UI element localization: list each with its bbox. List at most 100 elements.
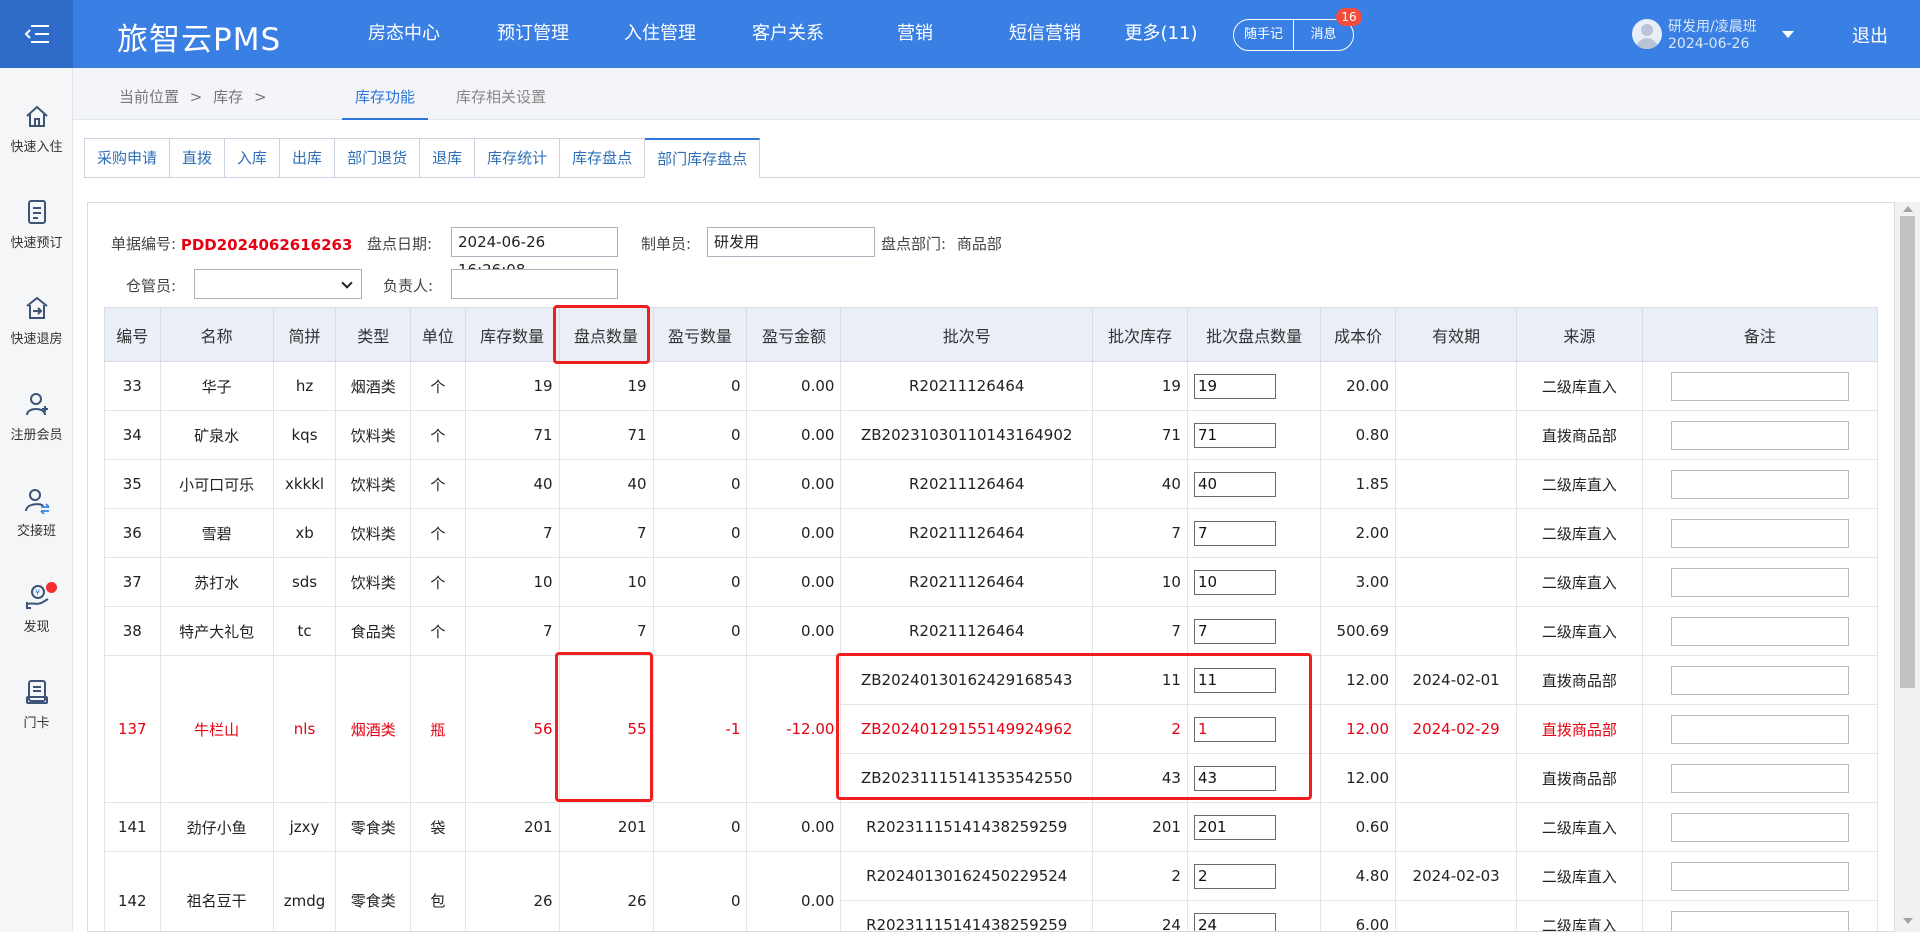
cell-source: 二级库直入: [1516, 802, 1643, 852]
tab-inventory-settings[interactable]: 库存相关设置: [449, 86, 553, 120]
note-input[interactable]: [1670, 420, 1849, 450]
nav-item[interactable]: 入住管理: [596, 0, 724, 68]
checkout-icon: [25, 296, 48, 319]
subtab[interactable]: 直拨: [170, 138, 226, 178]
user-menu[interactable]: 研发用/凌晨班 2024-06-26: [1632, 16, 1777, 54]
table-row: 34 矿泉水 kqs 饮料类个 71 71 0 0.00 ZB20231030110143164…: [104, 410, 1879, 460]
sidebar-item[interactable]: 门卡: [0, 678, 73, 748]
nav-item[interactable]: 营销: [852, 0, 978, 68]
cell-source: 直拨商品部: [1516, 753, 1643, 803]
cell-note: [1641, 753, 1879, 803]
column-header: 库存数量: [464, 307, 560, 362]
breadcrumb-section[interactable]: 库存: [213, 88, 243, 106]
sidebar-item[interactable]: ¥ 发现: [0, 582, 73, 652]
batch-count-input[interactable]: 40: [1193, 471, 1276, 497]
home-icon: [25, 105, 48, 127]
maker-field[interactable]: 研发用: [707, 227, 875, 257]
batch-count-input[interactable]: 24: [1193, 912, 1276, 931]
dept-label: 盘点部门: 商品部: [881, 233, 1002, 254]
menu-toggle-button[interactable]: [0, 0, 73, 68]
cell-amount: 0.00: [746, 802, 842, 852]
tab-inventory-functions[interactable]: 库存功能: [342, 86, 428, 120]
cell-name: 劲仔小鱼: [159, 802, 274, 852]
note-input[interactable]: [1670, 567, 1849, 597]
subtab[interactable]: 采购申请: [84, 138, 171, 178]
batch-count-input[interactable]: 19: [1193, 373, 1276, 399]
logout-button[interactable]: 退出: [1852, 22, 1888, 48]
note-input[interactable]: [1670, 763, 1849, 793]
cell-name: 牛栏山: [159, 655, 274, 803]
batch-count-input[interactable]: 43: [1193, 765, 1276, 791]
subtab[interactable]: 入库: [225, 138, 281, 178]
subtab[interactable]: 部门库存盘点: [645, 138, 761, 178]
note-input[interactable]: [1670, 616, 1849, 646]
note-input[interactable]: [1670, 812, 1849, 842]
batch-count-input[interactable]: 10: [1193, 569, 1276, 595]
cell-batch-stock: 24: [1091, 900, 1188, 931]
cell-note: [1641, 606, 1879, 656]
batch-count-input[interactable]: 2: [1193, 863, 1276, 889]
note-input[interactable]: [1670, 861, 1849, 891]
subtab[interactable]: 部门退货: [335, 138, 421, 178]
note-input[interactable]: [1670, 371, 1849, 401]
cell-type: 烟酒类: [335, 361, 412, 411]
breadcrumb-sep: >: [253, 88, 267, 106]
scroll-down-icon[interactable]: [1903, 918, 1913, 924]
messages-button[interactable]: 消息 16: [1293, 8, 1362, 50]
subtab[interactable]: 出库: [280, 138, 336, 178]
sidebar-item[interactable]: 快速退房: [0, 294, 73, 364]
note-input[interactable]: [1670, 518, 1849, 548]
subtab[interactable]: 库存统计: [475, 138, 561, 178]
chevron-down-icon[interactable]: [1782, 31, 1794, 38]
sidebar-item[interactable]: 注册会员: [0, 390, 73, 460]
batch-count-input[interactable]: 7: [1193, 520, 1276, 546]
owner-field[interactable]: [451, 269, 618, 299]
cell-cost: 1.85: [1320, 459, 1397, 509]
note-input[interactable]: [1670, 469, 1849, 499]
subtab[interactable]: 退库: [420, 138, 476, 178]
cell-batch: ZB20240129155149924962: [840, 704, 1093, 754]
sidebar-item[interactable]: 交接班: [0, 486, 73, 556]
nav-item[interactable]: 房态中心: [338, 0, 470, 68]
column-header: 成本价: [1320, 307, 1397, 362]
quick-actions: 随手记 消息 16: [1233, 8, 1362, 51]
batch-count-input[interactable]: 11: [1193, 667, 1276, 693]
batch-count-input[interactable]: 1: [1193, 716, 1276, 742]
scroll-up-icon[interactable]: [1903, 206, 1913, 212]
note-input[interactable]: [1670, 714, 1849, 744]
table-row: 35 小可口可乐 xkkkl 饮料类个 40 40 0 0.00 R20211126464 40 4…: [104, 459, 1879, 509]
note-input[interactable]: [1670, 910, 1849, 931]
cell-batch-stock: 43: [1091, 753, 1188, 803]
cell-batch: R20211126464: [840, 557, 1093, 607]
vertical-scrollbar[interactable]: [1895, 202, 1920, 932]
quick-note-button[interactable]: 随手记: [1234, 20, 1293, 50]
breadcrumb-sep: >: [189, 88, 203, 106]
batch-count-input[interactable]: 201: [1193, 814, 1276, 840]
note-input[interactable]: [1670, 665, 1849, 695]
sidebar-item[interactable]: 快速入住: [0, 102, 73, 172]
nav-item[interactable]: 更多(11): [1112, 0, 1210, 68]
cell-batch-stock: 40: [1091, 459, 1188, 509]
cell-note: [1641, 900, 1879, 931]
sidebar-item-label: 门卡: [23, 716, 50, 731]
doc-no-row: 单据编号: PDD20240626162637: [111, 233, 351, 254]
sidebar-item-label: 交接班: [16, 524, 56, 539]
batch-count-input[interactable]: 71: [1193, 422, 1276, 448]
cell-source: 二级库直入: [1516, 459, 1643, 509]
column-header: 盈亏数量: [652, 307, 748, 362]
cell-amount: 0.00: [746, 459, 842, 509]
cell-cost: 12.00: [1320, 655, 1397, 705]
cell-source: 直拨商品部: [1516, 704, 1643, 754]
count-date-field[interactable]: 2024-06-26 16:26:08: [451, 227, 618, 279]
cell-cost: 6.00: [1320, 900, 1397, 931]
cell-diff: 0: [652, 606, 748, 656]
nav-item[interactable]: 短信营销: [978, 0, 1112, 68]
batch-count-input[interactable]: 7: [1193, 618, 1276, 644]
sidebar-item[interactable]: 快速预订: [0, 198, 73, 268]
cell-expire: [1395, 557, 1518, 607]
nav-item[interactable]: 预订管理: [470, 0, 596, 68]
subtab[interactable]: 库存盘点: [560, 138, 646, 178]
scroll-thumb[interactable]: [1900, 216, 1915, 688]
nav-item[interactable]: 客户关系: [724, 0, 852, 68]
keeper-select[interactable]: [194, 269, 362, 299]
